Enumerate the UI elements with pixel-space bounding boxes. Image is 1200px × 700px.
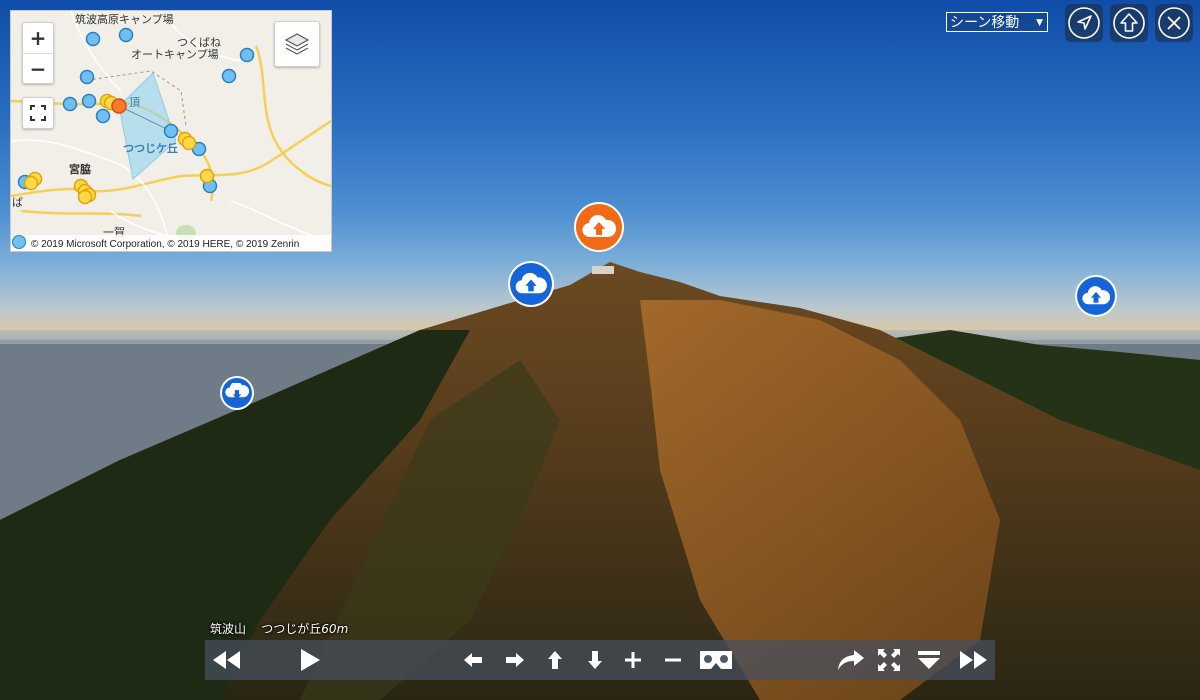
hide-bar-icon: [918, 651, 940, 669]
fast-forward-button[interactable]: [957, 640, 991, 680]
map-zoom-in-button[interactable]: +: [23, 23, 53, 53]
close-button[interactable]: [1155, 4, 1193, 42]
zoom-in-icon: [625, 652, 641, 668]
pan-right-button[interactable]: [503, 640, 527, 680]
caption-place: 筑波山: [210, 622, 247, 636]
scene-caption: 筑波山 つつじが丘60m: [210, 620, 348, 637]
map-label-edge: ば: [12, 196, 23, 209]
map-layers-button[interactable]: [274, 21, 320, 67]
arrow-left-icon: [464, 653, 482, 667]
navigation-button[interactable]: [1065, 4, 1103, 42]
vr-mode-button[interactable]: [697, 640, 735, 680]
map-attribution: © 2019 Microsoft Corporation, © 2019 HER…: [11, 235, 331, 251]
map-fullscreen-button[interactable]: [22, 97, 54, 129]
fast-rewind-icon: [213, 651, 240, 669]
zoom-in-button[interactable]: [621, 640, 645, 680]
hotspot-summit-orange[interactable]: [576, 204, 622, 250]
arrow-right-icon: [506, 653, 524, 667]
cloud-up-icon: [1082, 286, 1110, 305]
arrow-down-icon: [588, 651, 602, 669]
arrow-up-icon: [548, 651, 562, 669]
fullscreen-icon: [878, 649, 900, 671]
play-icon: [301, 649, 320, 671]
map-attribution-text: © 2019 Microsoft Corporation, © 2019 HER…: [31, 239, 300, 250]
map-label-camp2b: オートキャンプ場: [131, 48, 219, 61]
fast-forward-icon: [960, 651, 987, 669]
zoom-out-button[interactable]: [661, 640, 685, 680]
map-zoom-controls: + −: [22, 22, 54, 84]
cloud-down-icon: [225, 383, 249, 400]
pan-down-button[interactable]: [583, 640, 607, 680]
up-arrow-icon: [1113, 7, 1145, 39]
layers-icon: [284, 33, 310, 55]
cloud-up-icon: [582, 215, 616, 238]
hotspot-down-left[interactable]: [222, 378, 252, 408]
map-panel[interactable]: 筑波高原キャンプ場 つくばね オートキャンプ場 頂 つつじケ丘 宮脇 ば 一賀 …: [10, 10, 332, 252]
vr-goggles-icon: [700, 651, 732, 669]
map-marker-legend-icon: [12, 235, 26, 249]
chevron-down-icon: ▼: [1036, 18, 1043, 28]
map-label-tsutsuji: つつじケ丘: [123, 142, 178, 155]
pan-up-button[interactable]: [543, 640, 567, 680]
hotspot-up-right[interactable]: [1077, 277, 1115, 315]
navigation-arrow-icon: [1068, 7, 1100, 39]
hotspot-up-left[interactable]: [510, 263, 552, 305]
pan-left-button[interactable]: [461, 640, 485, 680]
map-label-summit: 頂: [129, 96, 140, 109]
expand-icon: [30, 105, 46, 121]
share-button[interactable]: [835, 640, 867, 680]
hide-bar-button[interactable]: [915, 640, 943, 680]
scene-select-dropdown[interactable]: シーン移動 ▼: [946, 12, 1048, 32]
map-label-miyawaki: 宮脇: [69, 163, 91, 176]
map-label-camp2a: つくばね: [177, 36, 221, 49]
cloud-up-icon: [515, 272, 547, 294]
play-button[interactable]: [295, 640, 325, 680]
fast-rewind-button[interactable]: [209, 640, 243, 680]
map-label-camp1: 筑波高原キャンプ場: [75, 13, 174, 26]
player-control-bar: [205, 640, 995, 680]
go-up-button[interactable]: [1110, 4, 1148, 42]
zoom-out-icon: [665, 658, 681, 662]
caption-altitude: 60m: [321, 622, 349, 636]
caption-spot: つつじが丘: [261, 622, 322, 636]
map-zoom-out-button[interactable]: −: [23, 53, 53, 84]
scene-select-label: シーン移動: [950, 15, 1020, 31]
close-icon: [1158, 7, 1190, 39]
fullscreen-button[interactable]: [875, 640, 903, 680]
share-icon: [838, 650, 864, 670]
